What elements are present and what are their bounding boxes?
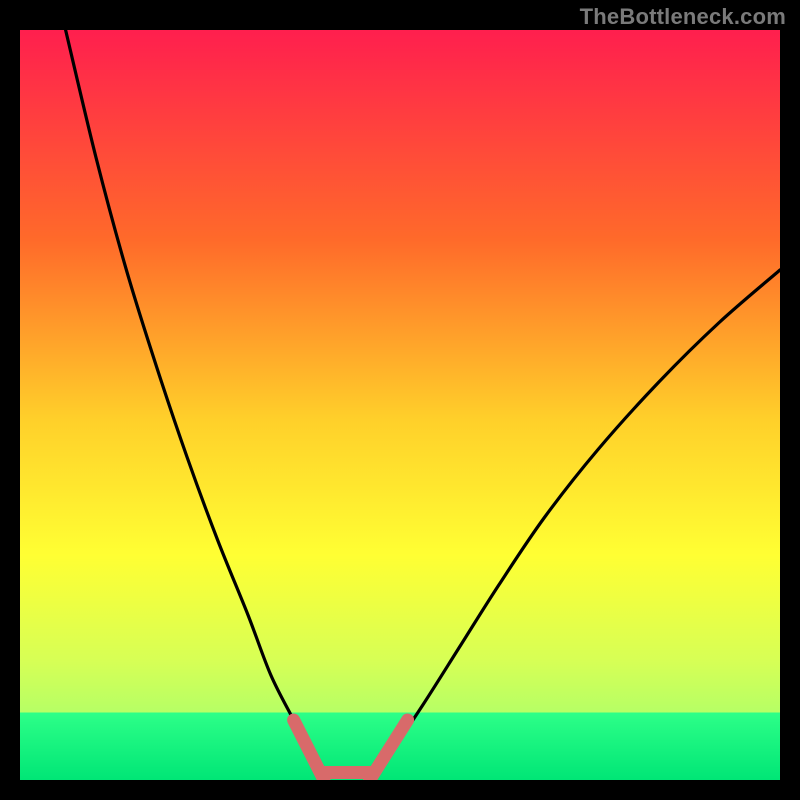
chart-frame: TheBottleneck.com	[0, 0, 800, 800]
bottleneck-plot	[0, 0, 800, 800]
gradient-background	[20, 30, 780, 780]
watermark-text: TheBottleneck.com	[580, 4, 786, 30]
